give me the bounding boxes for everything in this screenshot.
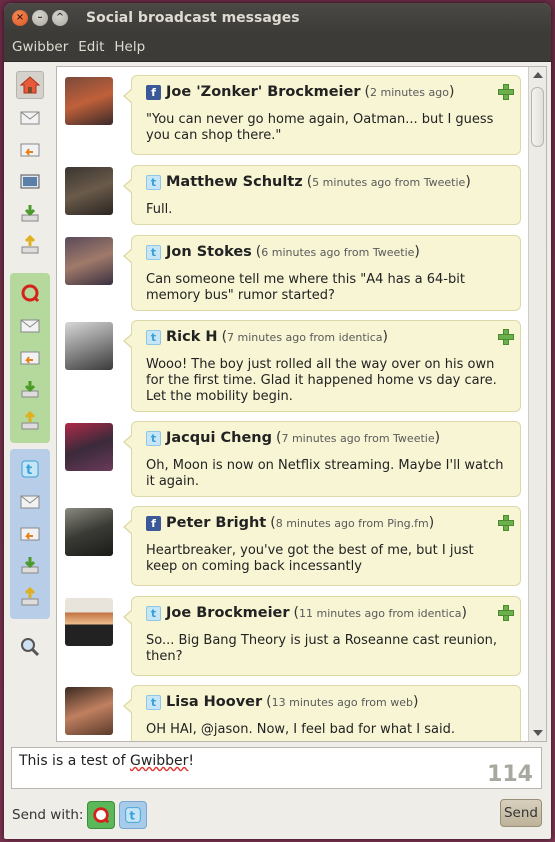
avatar[interactable] bbox=[65, 77, 113, 125]
sidebar-group-twitter: t bbox=[10, 449, 50, 619]
plus-icon[interactable] bbox=[498, 84, 514, 100]
avatar[interactable] bbox=[65, 237, 113, 285]
author-name[interactable]: Joe 'Zonker' Brockmeier bbox=[166, 84, 361, 100]
message-text: So... Big Bang Theory is just a Roseanne… bbox=[146, 633, 498, 664]
message-meta: 7 minutes ago from identica bbox=[227, 331, 383, 344]
message-text: Oh, Moon is now on Netflix streaming. Ma… bbox=[146, 458, 504, 489]
twitter-icon: t bbox=[146, 174, 161, 190]
author-name[interactable]: Jacqui Cheng bbox=[166, 430, 272, 446]
message-meta: 11 minutes ago from identica bbox=[299, 607, 462, 620]
avatar[interactable] bbox=[65, 423, 113, 471]
send-identica-toggle[interactable] bbox=[87, 801, 116, 829]
author-name[interactable]: Lisa Hoover bbox=[166, 694, 262, 710]
image-icon[interactable] bbox=[16, 167, 44, 195]
author-name[interactable]: Jon Stokes bbox=[166, 244, 252, 260]
twitter-icon: t bbox=[146, 430, 161, 446]
twitter-icon: t bbox=[146, 244, 161, 260]
message-meta: 13 minutes ago from web bbox=[271, 696, 413, 709]
message-text: Heartbreaker, you've got the best of me,… bbox=[146, 543, 474, 574]
message-bubble: t Jon Stokes (6 minutes ago from Tweetie) … bbox=[123, 235, 521, 311]
sidebar-group-identica bbox=[10, 273, 50, 443]
author-name[interactable]: Matthew Schultz bbox=[166, 174, 303, 190]
menu-bar: Gwibber Edit Help bbox=[4, 33, 551, 62]
send-with-bar: Send with: t bbox=[12, 801, 151, 829]
close-window-button[interactable]: × bbox=[12, 10, 28, 26]
upload-icon[interactable] bbox=[16, 407, 44, 435]
twitter-icon[interactable]: t bbox=[16, 455, 44, 483]
home-icon[interactable] bbox=[16, 71, 44, 99]
svg-text:t: t bbox=[26, 463, 32, 478]
stream-scrollbar[interactable] bbox=[528, 67, 546, 741]
message-text: OH HAI, @jason. Now, I feel bad for what… bbox=[146, 722, 455, 737]
message-input-text: This is a test of Gwibber! bbox=[19, 753, 194, 769]
message-meta: 5 minutes ago from Tweetie bbox=[312, 176, 466, 189]
avatar[interactable] bbox=[65, 322, 113, 370]
message-text: Full. bbox=[146, 202, 173, 217]
author-name[interactable]: Peter Bright bbox=[166, 515, 266, 531]
plus-icon[interactable] bbox=[498, 605, 514, 621]
facebook-icon: f bbox=[146, 84, 161, 100]
envelope-icon[interactable] bbox=[16, 311, 44, 339]
message-bubble: t Joe Brockmeier (11 minutes ago from iden… bbox=[123, 596, 521, 676]
svg-text:t: t bbox=[130, 809, 136, 823]
menu-edit[interactable]: Edit bbox=[78, 39, 104, 55]
window-title: Social broadcast messages bbox=[86, 10, 300, 26]
author-name[interactable]: Joe Brockmeier bbox=[166, 605, 290, 621]
download-icon[interactable] bbox=[16, 551, 44, 579]
message-bubble: t Jacqui Cheng (7 minutes ago from Tweetie… bbox=[123, 421, 521, 497]
title-bar[interactable]: × – ^ Social broadcast messages bbox=[4, 3, 551, 33]
magnifier-icon[interactable] bbox=[16, 633, 44, 661]
author-name[interactable]: Rick H bbox=[166, 329, 218, 345]
message-stream[interactable]: f Joe 'Zonker' Brockmeier (2 minutes ago) … bbox=[56, 66, 547, 742]
maximize-window-button[interactable]: ^ bbox=[52, 10, 68, 26]
reply-icon[interactable] bbox=[16, 343, 44, 371]
download-icon[interactable] bbox=[16, 375, 44, 403]
scroll-up-arrow[interactable] bbox=[533, 72, 543, 78]
message-text: "You can never go home again, Oatman... … bbox=[146, 112, 494, 143]
message-bubble: t Matthew Schultz (5 minutes ago from Twee… bbox=[123, 165, 521, 225]
message-bubble: t Lisa Hoover (13 minutes ago from web) OH… bbox=[123, 685, 521, 741]
facebook-icon: f bbox=[146, 515, 161, 531]
upload-icon[interactable] bbox=[16, 583, 44, 611]
send-with-label: Send with: bbox=[12, 807, 84, 823]
gwibber-window: × – ^ Social broadcast messages Gwibber … bbox=[4, 3, 551, 839]
message-meta: 2 minutes ago bbox=[369, 86, 449, 99]
reply-icon[interactable] bbox=[16, 135, 44, 163]
twitter-icon: t bbox=[146, 694, 161, 710]
message-meta: 6 minutes ago from Tweetie bbox=[261, 246, 415, 259]
scroll-down-arrow[interactable] bbox=[533, 730, 543, 736]
menu-help[interactable]: Help bbox=[114, 39, 145, 55]
avatar[interactable] bbox=[65, 687, 113, 735]
plus-icon[interactable] bbox=[498, 329, 514, 345]
envelope-icon[interactable] bbox=[16, 103, 44, 131]
message-text: Can someone tell me where this "A4 has a… bbox=[146, 272, 465, 303]
identica-icon[interactable] bbox=[16, 279, 44, 307]
send-twitter-toggle[interactable]: t bbox=[119, 801, 148, 829]
stream-sidebar: t bbox=[10, 65, 50, 665]
menu-gwibber[interactable]: Gwibber bbox=[12, 39, 68, 55]
send-button[interactable]: Send bbox=[500, 799, 542, 827]
envelope-icon[interactable] bbox=[16, 487, 44, 515]
avatar[interactable] bbox=[65, 598, 113, 646]
message-bubble: t Rick H (7 minutes ago from identica) Woo… bbox=[123, 320, 521, 412]
avatar[interactable] bbox=[65, 508, 113, 556]
plus-icon[interactable] bbox=[498, 515, 514, 531]
message-meta: 8 minutes ago from Ping.fm bbox=[275, 517, 429, 530]
twitter-icon: t bbox=[146, 605, 161, 621]
character-count: 114 bbox=[487, 762, 533, 787]
message-bubble: f Peter Bright (8 minutes ago from Ping.fm… bbox=[123, 506, 521, 586]
message-text: Wooo! The boy just rolled all the way ov… bbox=[146, 357, 497, 404]
download-icon[interactable] bbox=[16, 199, 44, 227]
minimize-window-button[interactable]: – bbox=[32, 10, 48, 26]
message-input[interactable]: This is a test of Gwibber! 114 bbox=[11, 747, 542, 789]
message-meta: 7 minutes ago from Tweetie bbox=[281, 432, 435, 445]
reply-icon[interactable] bbox=[16, 519, 44, 547]
scroll-thumb[interactable] bbox=[531, 87, 544, 147]
message-bubble: f Joe 'Zonker' Brockmeier (2 minutes ago) … bbox=[123, 75, 521, 155]
avatar[interactable] bbox=[65, 167, 113, 215]
twitter-icon: t bbox=[146, 329, 161, 345]
upload-icon[interactable] bbox=[16, 231, 44, 259]
sidebar-group-all bbox=[10, 65, 50, 267]
